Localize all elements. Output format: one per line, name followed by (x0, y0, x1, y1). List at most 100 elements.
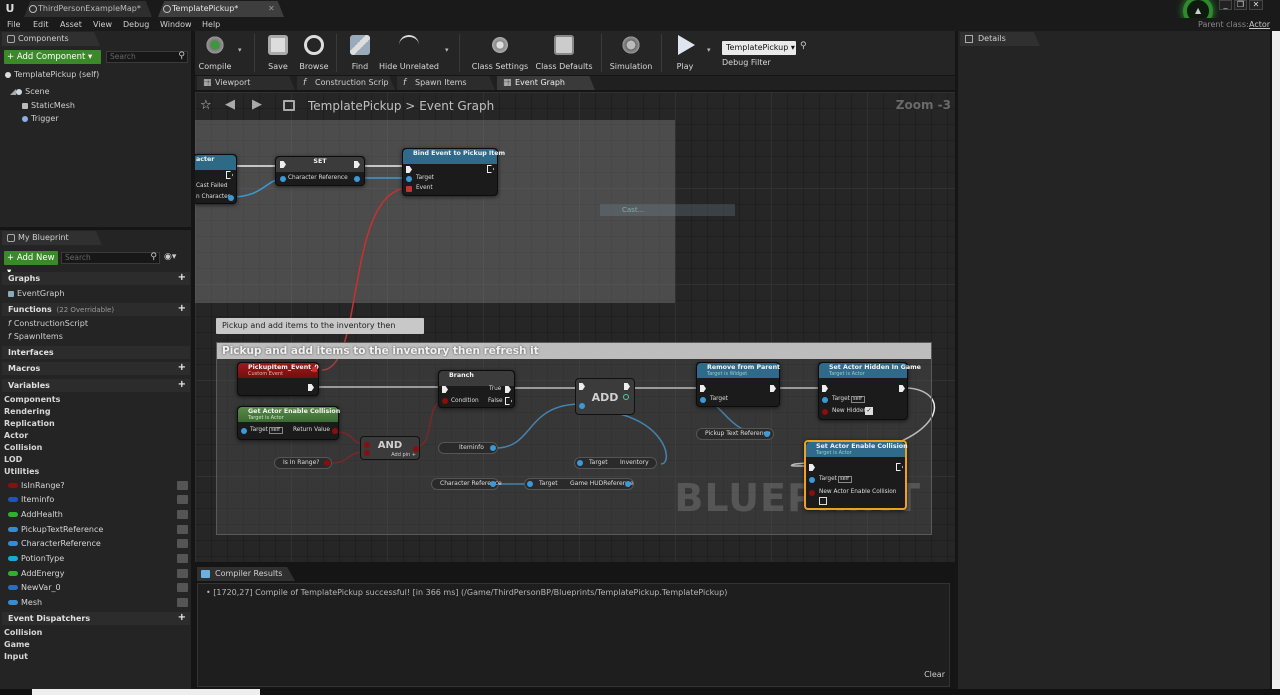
target-pin[interactable] (809, 477, 815, 483)
add-array-node[interactable]: ADD (575, 378, 635, 415)
add-pin-button[interactable]: Add pin + (391, 452, 416, 458)
variable-item[interactable]: IsInRange? (8, 479, 188, 492)
interfaces-category[interactable]: Interfaces (2, 346, 190, 359)
target-pin[interactable] (700, 397, 706, 403)
scene-component[interactable]: ◢ Scene (10, 87, 50, 96)
event-pin[interactable] (406, 186, 412, 192)
visibility-eye-icon[interactable] (177, 510, 188, 519)
search-icon[interactable]: ⚲ (800, 41, 807, 51)
tab-construction-script[interactable]: f Construction Scrip (297, 76, 395, 90)
tab-thirdperson-map[interactable]: ThirdPersonExampleMap* (24, 1, 152, 17)
bool-in-pin-b[interactable] (364, 450, 370, 456)
browse-button[interactable]: Browse (297, 33, 331, 73)
game-hud-reference-getter[interactable]: Target Game HUDReference (524, 478, 634, 490)
visibility-eye-icon[interactable] (177, 598, 188, 607)
exec-out-pin[interactable] (308, 384, 314, 391)
add-variable-icon[interactable]: + (178, 378, 186, 391)
bind-event-node[interactable]: Bind Event to Pickup Item Target Event (402, 148, 505, 196)
as-character-pin[interactable] (228, 195, 234, 201)
and-boolean-node[interactable]: AND Add pin + (360, 436, 420, 460)
my-blueprint-tab[interactable]: My Blueprint (2, 231, 102, 245)
exec-in-pin[interactable] (442, 386, 448, 393)
var-cat-components[interactable]: Components (4, 395, 60, 404)
search-icon[interactable]: ⚲ (178, 51, 185, 61)
exec-in-pin[interactable] (579, 383, 585, 390)
exec-in-pin[interactable] (700, 385, 706, 392)
exec-out-pin[interactable] (770, 385, 776, 392)
struct-out-pin[interactable] (490, 445, 496, 451)
play-options-dropdown[interactable]: ▾ (707, 46, 711, 54)
tab-template-pickup[interactable]: TemplatePickup* ✕ (158, 1, 284, 17)
clear-button[interactable]: Clear (924, 670, 945, 679)
menu-help[interactable]: Help (202, 18, 220, 31)
graphs-category[interactable]: Graphs + (2, 272, 190, 285)
target-pin[interactable] (241, 428, 247, 434)
new-hidden-checkbox[interactable]: ✓ (865, 407, 873, 415)
event-graph-canvas[interactable]: ☆ ◀ ▶ TemplatePickup > Event Graph Zoom … (195, 92, 955, 562)
hide-unrelated-button[interactable]: Hide Unrelated (379, 33, 439, 73)
var-cat-actor[interactable]: Actor (4, 431, 28, 440)
add-component-button[interactable]: + Add Component ▾ (4, 50, 101, 64)
function-constructionscript[interactable]: f ConstructionScript (8, 319, 88, 328)
new-collision-checkbox[interactable] (819, 497, 827, 505)
exec-out-pin[interactable] (487, 165, 494, 173)
add-function-icon[interactable]: + (178, 302, 186, 315)
false-exec-pin[interactable] (505, 397, 512, 405)
bool-out-pin[interactable] (413, 446, 419, 452)
target-pin[interactable] (406, 176, 412, 182)
eye-icon[interactable]: ◉▾ (164, 252, 176, 262)
var-cat-utilities[interactable]: Utilities (4, 467, 39, 476)
remove-from-parent-node[interactable]: Remove from Parent Target is Widget Targ… (696, 362, 780, 407)
find-button[interactable]: Find (345, 33, 375, 73)
set-actor-enable-collision-node[interactable]: Set Actor Enable Collision Target is Act… (804, 440, 908, 510)
macros-category[interactable]: Macros + (2, 362, 190, 375)
variable-item[interactable]: AddEnergy (8, 567, 188, 580)
object-out-pin[interactable] (625, 481, 631, 487)
character-reference-out-pin[interactable] (354, 176, 360, 182)
parent-class-link[interactable]: Actor (1249, 20, 1270, 29)
blueprint-search-input[interactable]: Search ⚲ (61, 252, 160, 264)
visibility-eye-icon[interactable] (177, 481, 188, 490)
var-cat-rendering[interactable]: Rendering (4, 407, 51, 416)
is-in-range-getter[interactable]: Is In Range? (274, 457, 332, 469)
var-cat-lod[interactable]: LOD (4, 455, 22, 464)
tab-event-graph[interactable]: ▦ Event Graph (497, 76, 595, 90)
bool-in-pin-a[interactable] (364, 442, 370, 448)
var-cat-replication[interactable]: Replication (4, 419, 55, 428)
components-tab[interactable]: Components (2, 32, 100, 46)
visibility-eye-icon[interactable] (177, 495, 188, 504)
event-dispatchers-category[interactable]: Event Dispatchers + (2, 612, 190, 625)
add-dispatcher-icon[interactable]: + (178, 611, 186, 624)
self-field[interactable]: self (269, 427, 283, 434)
restore-button[interactable]: ❐ (1234, 0, 1247, 10)
dispatcher-game[interactable]: Game (4, 640, 30, 649)
components-search-input[interactable]: Search ⚲ (106, 51, 188, 63)
visibility-eye-icon[interactable] (177, 569, 188, 578)
set-character-reference-node[interactable]: SET Character Reference (275, 156, 365, 186)
variable-item[interactable]: Iteminfo (8, 493, 188, 506)
close-icon[interactable]: ✕ (268, 1, 275, 17)
taskbar-item[interactable] (32, 689, 260, 695)
pickup-text-reference-getter[interactable]: Pickup Text Reference (696, 428, 774, 440)
delegate-pin[interactable] (312, 367, 317, 372)
iteminfo-getter[interactable]: Iteminfo (438, 442, 498, 454)
item-in-pin[interactable] (579, 403, 585, 409)
compiler-message[interactable]: • [1720,27] Compile of TemplatePickup su… (206, 588, 727, 597)
class-defaults-button[interactable]: Class Defaults (533, 33, 595, 73)
object-out-pin[interactable] (764, 431, 770, 437)
menu-asset[interactable]: Asset (60, 18, 82, 31)
character-reference-in-pin[interactable] (280, 176, 286, 182)
menu-view[interactable]: View (93, 18, 112, 31)
exec-out-pin[interactable] (896, 463, 903, 471)
search-icon[interactable]: ⚲ (150, 252, 157, 262)
comment-bubble[interactable]: Pickup and add items to the inventory th… (216, 318, 424, 346)
target-pin[interactable] (577, 460, 583, 466)
new-collision-pin[interactable] (809, 490, 815, 496)
exec-out-pin[interactable] (899, 385, 905, 392)
condition-pin[interactable] (442, 398, 448, 404)
exec-in-pin[interactable] (406, 166, 412, 173)
comment-title[interactable]: Pickup and add items to the inventory th… (217, 343, 931, 359)
set-actor-hidden-node[interactable]: Set Actor Hidden In Game Target is Actor… (818, 362, 921, 420)
var-cat-collision[interactable]: Collision (4, 443, 42, 452)
debug-object-select[interactable]: TemplatePickup ▾ (722, 41, 796, 55)
